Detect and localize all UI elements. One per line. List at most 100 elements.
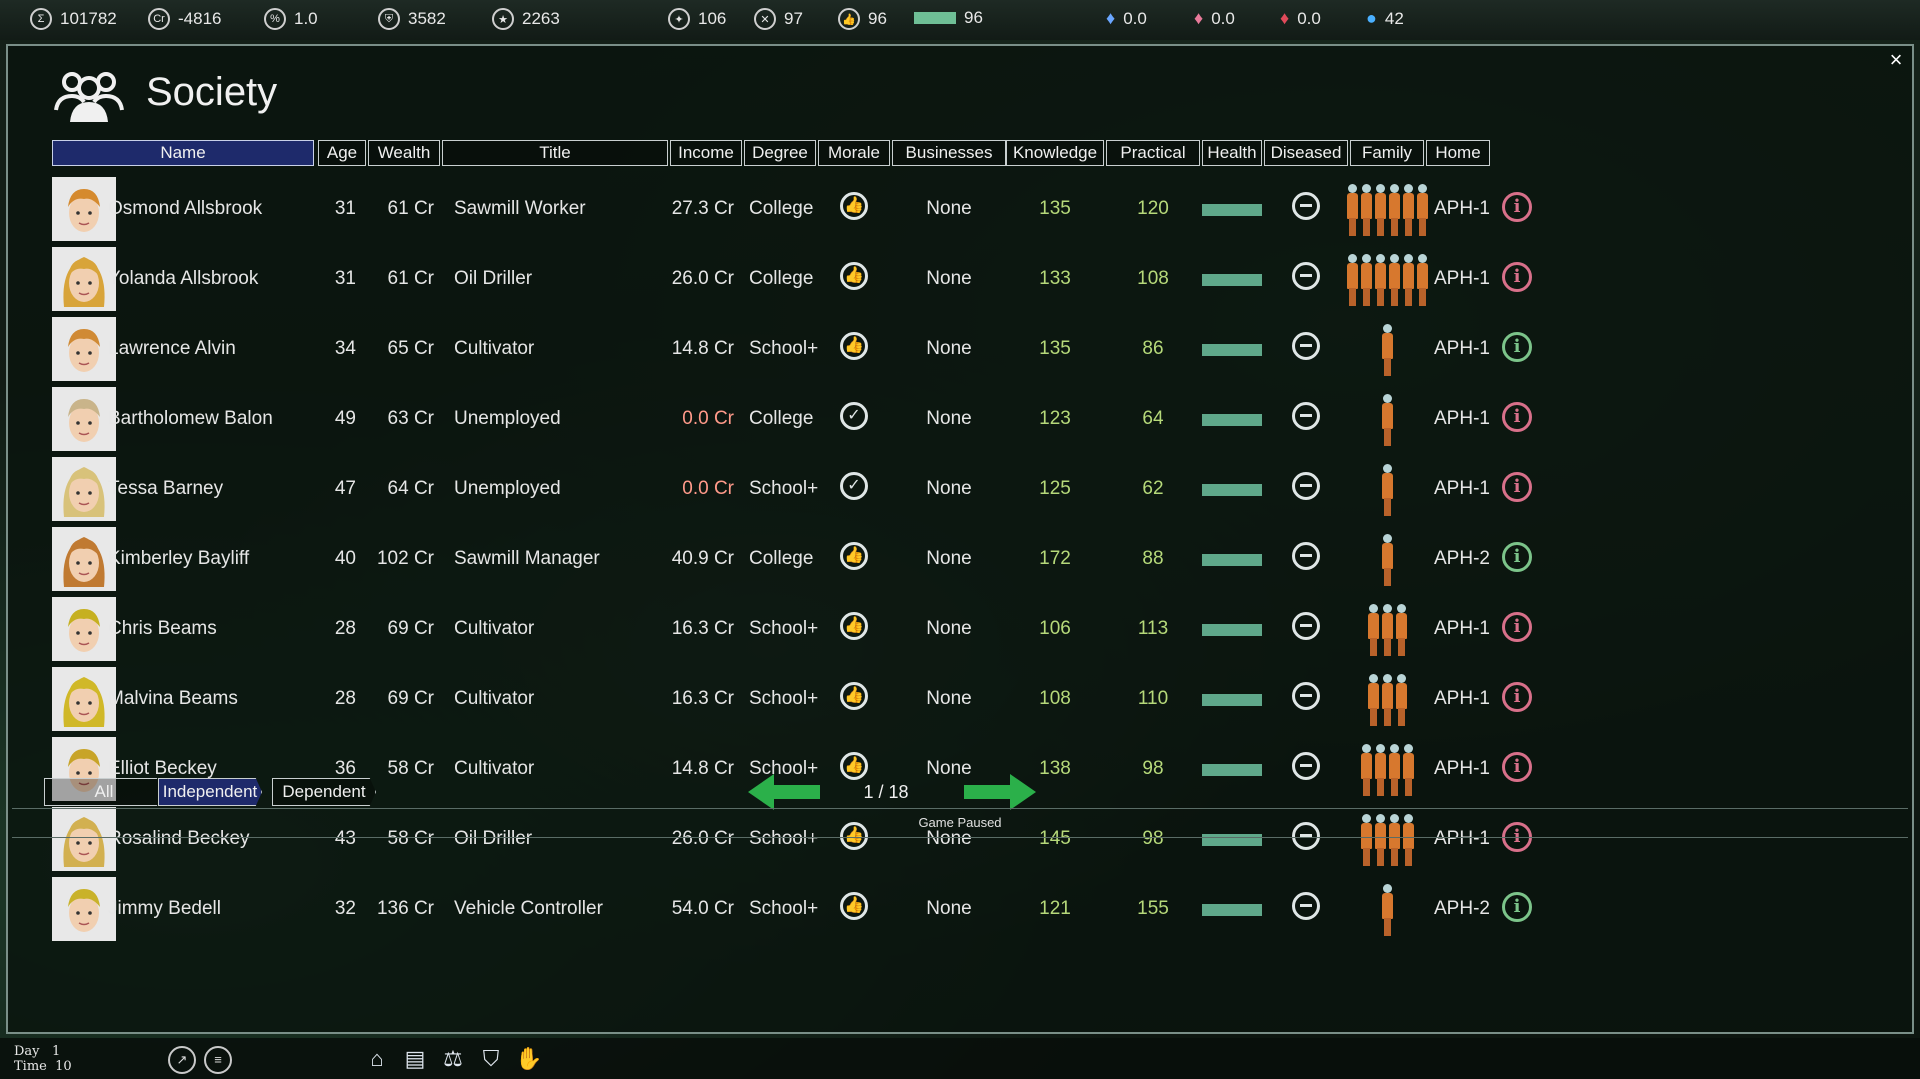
resource-value: 96 [868,9,887,28]
scales-icon[interactable]: ⚖ [438,1044,468,1074]
table-row[interactable]: Yolanda Allsbrook 31 61 Cr Oil Driller 26.0 … [52,244,1892,314]
citizen-wealth: 61 Cr [387,198,434,219]
family-figures [1346,250,1429,306]
bottom-toolbar: Day 1 Time 10 ↗ ≡ ⌂ ▤ ⚖ ⛉ ✋ [0,1038,1920,1079]
family-member-icon [1388,184,1401,236]
resource-value: -4816 [178,9,222,28]
resource-crystal-pink: ♦ 0.0 [1194,8,1235,29]
filter-dependent[interactable]: Dependent [272,778,376,806]
citizen-knowledge: 125 [1039,478,1071,499]
column-header-income[interactable]: Income [670,140,742,166]
diseased-minus-icon [1292,192,1320,220]
info-icon[interactable]: i [1502,542,1532,572]
info-icon[interactable]: i [1502,752,1532,782]
diseased-minus-icon [1292,472,1320,500]
morale-thumbs-up-icon: 👍 [840,192,868,220]
resource-value: 2263 [522,9,560,28]
info-icon[interactable]: i [1502,192,1532,222]
citizen-age: 31 [334,268,356,289]
resource-lightbulb: ✦ 106 [668,8,726,30]
family-member-icon [1374,744,1387,796]
filter-independent[interactable]: Independent [158,778,262,806]
citizen-degree: College [749,268,814,289]
family-member-icon [1381,604,1394,656]
citizen-practical: 113 [1137,618,1169,639]
portrait-avatar [52,877,116,941]
previous-page-arrow-icon[interactable] [748,774,820,810]
morale-thumbs-up-icon: ✓ [840,472,868,500]
column-header-diseased[interactable]: Diseased [1264,140,1348,166]
morale-thumbs-up-icon: 👍 [840,752,868,780]
credits-icon: Cr [148,8,170,30]
stack-icon[interactable]: ≡ [204,1046,232,1074]
family-member-icon [1381,464,1394,516]
column-header-home[interactable]: Home [1426,140,1490,166]
citizen-name: Osmond Allsbrook [108,198,263,219]
table-row[interactable]: Lawrence Alvin 34 65 Cr Cultivator 14.8 Cr Sc… [52,314,1892,384]
table-row[interactable]: Osmond Allsbrook 31 61 Cr Sawmill Worker 27.… [52,174,1892,244]
morale-thumbs-up-icon: 👍 [840,262,868,290]
column-header-health[interactable]: Health [1202,140,1262,166]
table-row[interactable]: Tessa Barney 47 64 Cr Unemployed 0.0 Cr Schoo… [52,454,1892,524]
citizen-title: Sawmill Manager [454,548,600,569]
column-header-practical[interactable]: Practical [1106,140,1200,166]
home-icon[interactable]: ⌂ [362,1044,392,1074]
column-header-businesses[interactable]: Businesses [892,140,1006,166]
column-header-degree[interactable]: Degree [744,140,816,166]
stats-chart-icon[interactable]: ↗ [168,1046,196,1074]
shield-toolbar-icon[interactable]: ⛉ [476,1044,506,1074]
info-icon[interactable]: i [1502,892,1532,922]
citizen-income: 14.8 Cr [671,338,734,359]
table-row[interactable]: Bartholomew Balon 49 63 Cr Unemployed 0.0 Cr… [52,384,1892,454]
handshake-icon[interactable]: ✋ [514,1044,544,1074]
family-member-icon [1374,184,1387,236]
resource-value: 96 [964,8,983,27]
family-member-icon [1388,254,1401,306]
health-bar [1202,624,1262,636]
column-header-family[interactable]: Family [1350,140,1424,166]
column-header-morale[interactable]: Morale [818,140,890,166]
info-icon[interactable]: i [1502,332,1532,362]
close-icon[interactable]: × [1884,48,1908,72]
column-header-name[interactable]: Name [52,140,314,166]
resource-value: 97 [784,9,803,28]
family-member-icon [1402,184,1415,236]
citizen-home: APH-2 [1434,898,1490,919]
info-icon[interactable]: i [1502,682,1532,712]
resource-tools: ✕ 97 [754,8,803,30]
table-row[interactable]: Kimberley Bayliff 40 102 Cr Sawmill Manager… [52,524,1892,594]
filter-all[interactable]: All [44,778,164,806]
citizen-wealth: 64 Cr [387,478,434,499]
column-header-title[interactable]: Title [442,140,668,166]
table-row[interactable]: Malvina Beams 28 69 Cr Cultivator 16.3 Cr Sch… [52,664,1892,734]
health-bar [1202,414,1262,426]
info-icon[interactable]: i [1502,402,1532,432]
info-icon[interactable]: i [1502,472,1532,502]
citizen-knowledge: 106 [1039,618,1071,639]
resource-value: 106 [698,9,727,28]
citizen-practical: 110 [1137,688,1169,709]
next-page-arrow-icon[interactable] [964,774,1036,810]
crystal-red-icon: ♦ [1280,8,1290,28]
citizen-name: Jimmy Bedell [108,898,221,919]
table-row[interactable]: Jimmy Bedell 32 136 Cr Vehicle Controller 54… [52,874,1892,944]
column-header-knowledge[interactable]: Knowledge [1006,140,1104,166]
diseased-minus-icon [1292,612,1320,640]
family-member-icon [1346,254,1359,306]
table-row[interactable]: Chris Beams 28 69 Cr Cultivator 16.3 Cr Schoo… [52,594,1892,664]
resource-credits: Cr -4816 [148,8,221,30]
family-member-icon [1388,744,1401,796]
portrait-avatar [52,457,116,521]
info-icon[interactable]: i [1502,612,1532,642]
document-icon[interactable]: ▤ [400,1044,430,1074]
column-header-age[interactable]: Age [318,140,366,166]
citizen-age: 31 [334,198,356,219]
resource-value: 3582 [408,9,446,28]
percent-icon: % [264,8,286,30]
day-time-display: Day 1 Time 10 [14,1044,72,1074]
info-icon[interactable]: i [1502,262,1532,292]
column-header-wealth[interactable]: Wealth [368,140,440,166]
family-member-icon [1367,604,1380,656]
day-value: 1 [51,1044,61,1059]
citizen-home: APH-1 [1434,338,1490,359]
